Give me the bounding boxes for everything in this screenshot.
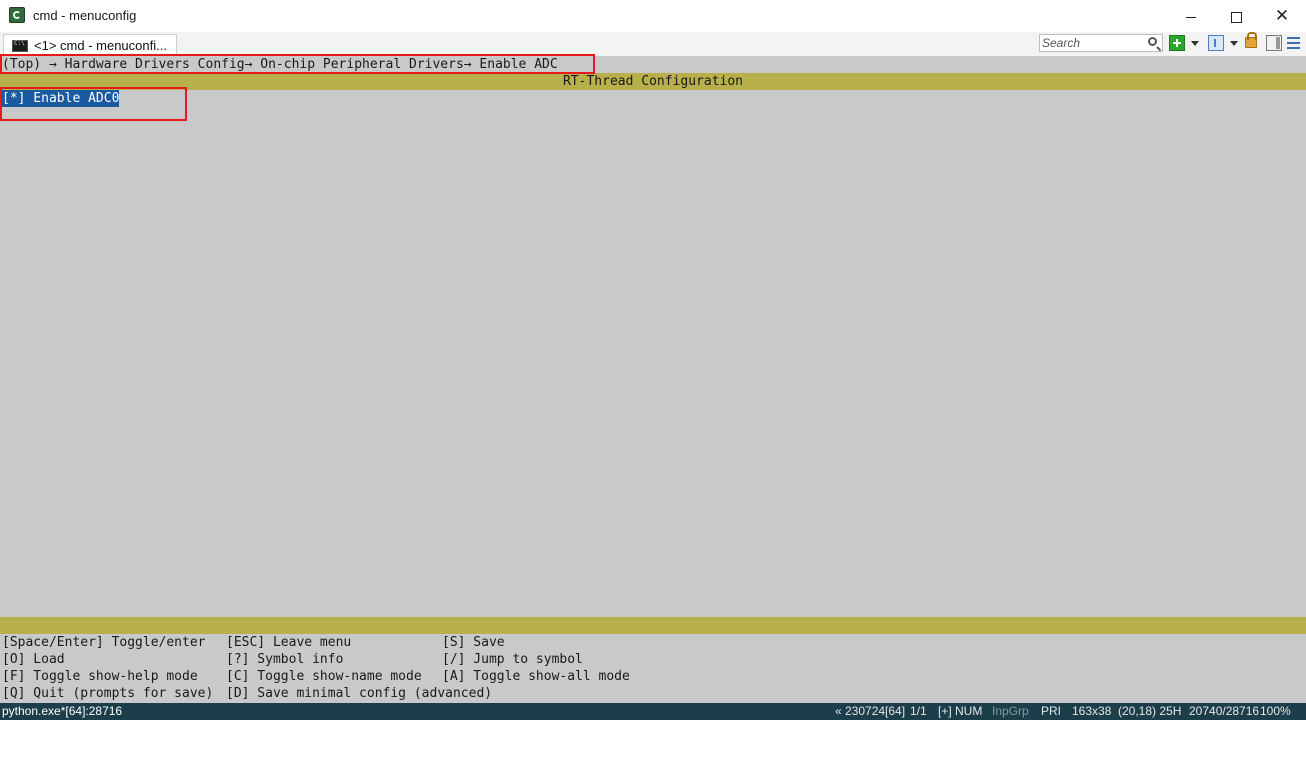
help-key: [/] Jump to symbol	[442, 652, 583, 667]
help-key: [O] Load	[2, 652, 65, 667]
help-key: [S] Save	[442, 635, 505, 650]
breadcrumb-highlight-box	[0, 54, 595, 74]
help-key: [C] Toggle show-name mode	[226, 669, 422, 684]
help-row: [Space/Enter] Toggle/enter [ESC] Leave m…	[2, 634, 505, 651]
search-box[interactable]	[1039, 34, 1163, 52]
help-key: [F] Toggle show-help mode	[2, 669, 198, 684]
new-console-chevron-down-icon[interactable]	[1191, 41, 1199, 46]
help-key: [Space/Enter] Toggle/enter	[2, 635, 206, 650]
help-key: [?] Symbol info	[226, 652, 344, 667]
conemu-app-icon[interactable]	[9, 7, 25, 23]
status-bar: python.exe*[64]:28716 « 230724[64] 1/1 […	[0, 703, 1306, 720]
tab-cmd-menuconfig[interactable]: <1> cmd - menuconfi...	[3, 34, 177, 56]
title-bar: cmd - menuconfig ✕	[0, 0, 1306, 32]
help-row: [Q] Quit (prompts for save) [D] Save min…	[2, 685, 492, 702]
entry-highlight-box	[0, 87, 187, 121]
window-title: cmd - menuconfig	[33, 8, 137, 23]
help-row: [O] Load [?] Symbol info [/] Jump to sym…	[2, 651, 583, 668]
close-icon: ✕	[1274, 6, 1290, 25]
status-cursor[interactable]: (20,18) 25H	[1118, 704, 1181, 718]
search-input[interactable]	[1042, 36, 1142, 50]
status-page[interactable]: 1/1	[910, 704, 927, 718]
status-mode[interactable]: [+] NUM	[938, 704, 982, 718]
status-buffer[interactable]: 20740/28716	[1189, 704, 1259, 718]
console-icon	[12, 40, 28, 52]
tab-label: <1> cmd - menuconfi...	[34, 38, 167, 53]
help-key: [Q] Quit (prompts for save)	[2, 686, 214, 701]
help-key: [ESC] Leave menu	[226, 635, 352, 650]
minimize-icon	[1186, 16, 1196, 18]
console-area[interactable]: (Top) → Hardware Drivers Config→ On-chip…	[0, 54, 1306, 703]
status-zoom[interactable]: 100%	[1260, 704, 1291, 718]
maximize-icon	[1230, 11, 1242, 23]
config-footer-bar	[0, 617, 1306, 634]
minimize-button[interactable]	[1168, 0, 1214, 32]
close-button[interactable]: ✕	[1259, 0, 1305, 32]
config-title: RT-Thread Configuration	[562, 74, 743, 89]
status-inpgrp[interactable]: InpGrp	[992, 704, 1029, 718]
help-key: [A] Toggle show-all mode	[442, 669, 630, 684]
maximize-button[interactable]	[1213, 0, 1259, 32]
panel-icon[interactable]	[1266, 35, 1282, 51]
help-key: [D] Save minimal config (advanced)	[226, 686, 493, 701]
search-icon[interactable]	[1148, 37, 1157, 46]
config-header-bar: RT-Thread Configuration	[0, 73, 1306, 90]
new-console-plus-icon[interactable]	[1169, 35, 1185, 51]
status-process[interactable]: python.exe*[64]:28716	[2, 704, 122, 718]
hamburger-menu-icon[interactable]	[1287, 37, 1300, 49]
help-row: [F] Toggle show-help mode [C] Toggle sho…	[2, 668, 630, 685]
split-layout-icon[interactable]	[1208, 35, 1224, 51]
status-size[interactable]: 163x38	[1072, 704, 1111, 718]
status-pid[interactable]: « 230724[64]	[835, 704, 905, 718]
lock-icon[interactable]	[1245, 32, 1257, 48]
status-priority[interactable]: PRI	[1041, 704, 1061, 718]
layout-chevron-down-icon[interactable]	[1230, 41, 1238, 46]
